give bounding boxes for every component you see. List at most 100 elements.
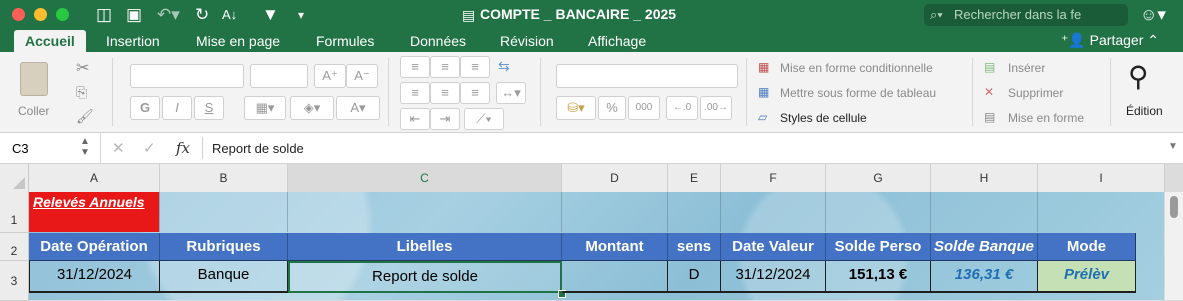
text-orientation-button[interactable]: ⟋▾ bbox=[464, 108, 504, 130]
row-header-2[interactable]: 2 bbox=[0, 233, 29, 261]
insert-cells-button[interactable]: ▤ Insérer bbox=[984, 60, 1094, 78]
undo-icon[interactable]: ↶▾ bbox=[157, 4, 180, 26]
fill-color-button[interactable]: ◈▾ bbox=[290, 96, 334, 120]
tab-mise-en-page[interactable]: Mise en page bbox=[196, 33, 280, 49]
column-header-g[interactable]: G bbox=[826, 164, 931, 193]
header-solde-perso[interactable]: Solde Perso bbox=[826, 233, 931, 261]
smiley-feedback-icon[interactable]: ☺▾ bbox=[1140, 4, 1166, 26]
percent-button[interactable]: % bbox=[598, 96, 626, 120]
font-color-button[interactable]: A▾ bbox=[336, 96, 380, 120]
format-painter-icon[interactable]: 🖌 bbox=[76, 108, 94, 125]
decrease-indent-button[interactable]: ⇤ bbox=[400, 108, 430, 130]
column-header-b[interactable]: B bbox=[160, 164, 288, 193]
borders-button[interactable]: ▦▾ bbox=[244, 96, 286, 120]
increase-font-button[interactable]: A⁺ bbox=[314, 64, 346, 88]
zoom-window-button[interactable] bbox=[56, 8, 69, 21]
number-format-dropdown[interactable] bbox=[556, 64, 738, 88]
format-as-table-button[interactable]: ▦ Mettre sous forme de tableau bbox=[758, 85, 968, 103]
align-right-button[interactable]: ≡ bbox=[460, 82, 490, 104]
align-left-button[interactable]: ≡ bbox=[400, 82, 430, 104]
column-header-a[interactable]: A bbox=[29, 164, 160, 193]
format-cells-button[interactable]: ▤ Mise en forme bbox=[984, 110, 1104, 128]
cut-icon[interactable]: ✂ bbox=[76, 58, 89, 78]
header-sens[interactable]: sens bbox=[668, 233, 721, 261]
header-rubriques[interactable]: Rubriques bbox=[160, 233, 288, 261]
row-header-1[interactable]: 1 bbox=[0, 192, 29, 233]
cell-d3[interactable] bbox=[562, 261, 668, 293]
delete-cells-button[interactable]: ✕ Supprimer bbox=[984, 85, 1094, 103]
redo-icon[interactable]: ↻ bbox=[195, 4, 209, 26]
tab-formules[interactable]: Formules bbox=[316, 33, 374, 49]
tab-revision[interactable]: Révision bbox=[500, 33, 554, 49]
cell-a1[interactable]: Relevés Annuels bbox=[29, 192, 159, 232]
currency-format-button[interactable]: ⛁▾ bbox=[556, 96, 596, 120]
header-date-operation[interactable]: Date Opération bbox=[29, 233, 160, 261]
cell-h3[interactable]: 136,31 € bbox=[931, 261, 1038, 293]
font-name-dropdown[interactable] bbox=[130, 64, 244, 88]
name-box-stepper-icon[interactable]: ▲ ▼ bbox=[80, 136, 90, 158]
cell-e3[interactable]: D bbox=[668, 261, 721, 293]
vertical-scrollbar[interactable] bbox=[1164, 192, 1183, 300]
select-all-corner[interactable] bbox=[0, 164, 29, 193]
confirm-edit-icon[interactable]: ✓ bbox=[143, 139, 156, 157]
align-bottom-button[interactable]: ≡ bbox=[460, 56, 490, 78]
collapse-ribbon-icon[interactable]: ⌃ bbox=[1147, 32, 1159, 48]
cell-i3[interactable]: Prélèv bbox=[1038, 261, 1136, 293]
expand-formula-bar-icon[interactable]: ▼ bbox=[1168, 141, 1178, 152]
formula-input[interactable]: Report de solde bbox=[212, 141, 304, 156]
sidebar-icon[interactable]: ◫ bbox=[96, 4, 112, 26]
close-window-button[interactable] bbox=[12, 8, 25, 21]
column-header-h[interactable]: H bbox=[931, 164, 1038, 193]
header-libelles[interactable]: Libelles bbox=[288, 233, 562, 261]
cell-a3[interactable]: 31/12/2024 bbox=[29, 261, 160, 293]
row-header-3[interactable]: 3 bbox=[0, 261, 29, 301]
underline-button[interactable]: S bbox=[194, 96, 224, 120]
sort-icon[interactable]: A↓ bbox=[222, 4, 237, 26]
search-sheet-input[interactable]: ⌕▾ Rechercher dans la fe bbox=[924, 4, 1128, 26]
align-middle-button[interactable]: ≡ bbox=[430, 56, 460, 78]
font-size-dropdown[interactable] bbox=[250, 64, 308, 88]
cancel-edit-icon[interactable]: ✕ bbox=[112, 139, 125, 157]
cell-b3[interactable]: Banque bbox=[160, 261, 288, 293]
column-header-c[interactable]: C bbox=[288, 164, 562, 194]
column-header-i[interactable]: I bbox=[1038, 164, 1165, 193]
header-solde-banque[interactable]: Solde Banque bbox=[931, 233, 1038, 261]
scrollbar-thumb[interactable] bbox=[1170, 196, 1178, 218]
column-header-e[interactable]: E bbox=[668, 164, 721, 193]
conditional-format-button[interactable]: ▦ Mise en forme conditionnelle bbox=[758, 60, 968, 78]
customize-toolbar-icon[interactable]: ▾ bbox=[298, 4, 304, 26]
cell-styles-button[interactable]: ▱ Styles de cellule bbox=[758, 110, 968, 128]
fx-icon[interactable]: fx bbox=[176, 139, 190, 157]
increase-decimal-button[interactable]: ←.0 bbox=[666, 96, 698, 120]
minimize-window-button[interactable] bbox=[34, 8, 47, 21]
wrap-text-icon[interactable]: ⇆ bbox=[498, 58, 510, 75]
tab-donnees[interactable]: Données bbox=[410, 33, 466, 49]
save-icon[interactable]: ▣ bbox=[126, 4, 142, 26]
tab-insertion[interactable]: Insertion bbox=[106, 33, 160, 49]
italic-button[interactable]: I bbox=[162, 96, 192, 120]
align-center-button[interactable]: ≡ bbox=[430, 82, 460, 104]
column-header-d[interactable]: D bbox=[562, 164, 668, 193]
thousands-button[interactable]: 000 bbox=[628, 96, 660, 120]
header-mode[interactable]: Mode bbox=[1038, 233, 1136, 261]
copy-icon[interactable]: ⎘ bbox=[76, 84, 87, 101]
merge-center-button[interactable]: ↔▾ bbox=[496, 82, 526, 104]
increase-indent-button[interactable]: ⇥ bbox=[430, 108, 460, 130]
paste-button[interactable]: Coller bbox=[14, 60, 60, 122]
decrease-decimal-button[interactable]: .00→ bbox=[700, 96, 732, 120]
align-top-button[interactable]: ≡ bbox=[400, 56, 430, 78]
header-date-valeur[interactable]: Date Valeur bbox=[721, 233, 826, 261]
decrease-font-button[interactable]: A⁻ bbox=[346, 64, 378, 88]
tab-accueil[interactable]: Accueil bbox=[14, 30, 86, 52]
name-box[interactable]: C3 ▲ ▼ bbox=[0, 133, 101, 163]
cell-g3[interactable]: 151,13 € bbox=[826, 261, 931, 293]
editing-button[interactable]: ⚲ Édition bbox=[1118, 58, 1178, 124]
filter-icon[interactable]: ▼ bbox=[262, 4, 279, 26]
column-header-f[interactable]: F bbox=[721, 164, 826, 193]
cell-c3[interactable]: Report de solde bbox=[288, 261, 562, 293]
share-button[interactable]: ⁺👤 Partager ⌃ bbox=[1061, 32, 1159, 49]
cell-f3[interactable]: 31/12/2024 bbox=[721, 261, 826, 293]
bold-button[interactable]: G bbox=[130, 96, 160, 120]
header-montant[interactable]: Montant bbox=[562, 233, 668, 261]
tab-affichage[interactable]: Affichage bbox=[588, 33, 646, 49]
